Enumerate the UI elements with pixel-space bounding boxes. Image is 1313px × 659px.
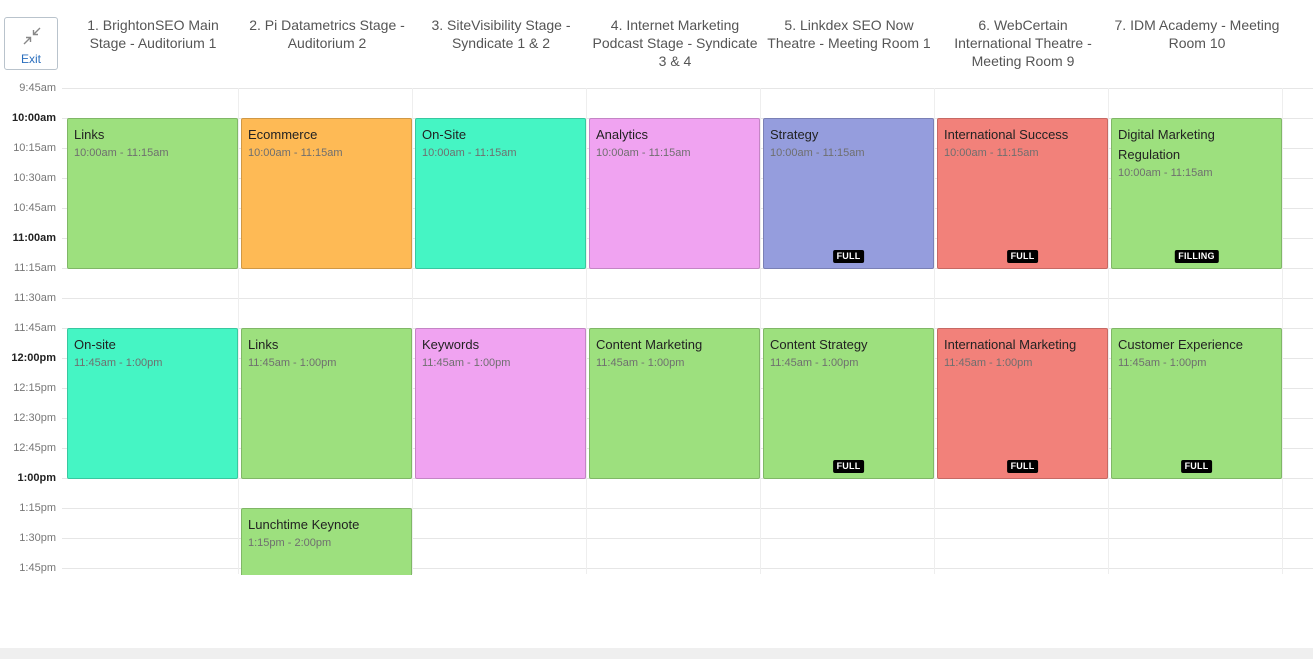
column-header: 2. Pi Datametrics Stage - Auditorium 2 — [249, 17, 405, 51]
column-header: 4. Internet Marketing Podcast Stage - Sy… — [592, 17, 758, 69]
session-card[interactable]: Customer Experience 11:45am - 1:00pm FULL — [1111, 328, 1282, 479]
session-title: Links — [248, 337, 279, 352]
session-title: On-site — [74, 337, 116, 352]
session-title: Content Strategy — [770, 337, 868, 352]
time-label: 1:45pm — [19, 562, 56, 574]
session-card[interactable]: International Marketing 11:45am - 1:00pm F… — [937, 328, 1108, 479]
session-card[interactable]: Content Strategy 11:45am - 1:00pm FULL — [763, 328, 934, 479]
status-badge: FULL — [1180, 460, 1213, 473]
time-label: 10:00am — [11, 112, 56, 124]
session-time: 1:15pm - 2:00pm — [248, 537, 332, 549]
status-badge: FULL — [832, 460, 865, 473]
session-card[interactable]: Content Marketing 11:45am - 1:00pm — [589, 328, 760, 479]
session-time: 11:45am - 1:00pm — [74, 357, 163, 369]
footer-bar — [0, 648, 1313, 659]
session-card[interactable]: Digital Marketing Regulation 10:00am - 11… — [1111, 118, 1282, 269]
column-divider — [412, 88, 413, 574]
session-time: 10:00am - 11:15am — [944, 147, 1039, 159]
session-time: 11:45am - 1:00pm — [596, 357, 685, 369]
time-gridline — [62, 298, 1313, 299]
column-divider — [1282, 88, 1283, 574]
session-time: 11:45am - 1:00pm — [248, 357, 337, 369]
time-label: 12:15pm — [13, 382, 56, 394]
exit-label: Exit — [20, 52, 41, 66]
session-time: 10:00am - 11:15am — [248, 147, 343, 159]
session-title: Lunchtime Keynote — [248, 517, 360, 532]
column-header: 7. IDM Academy - Meeting Room 10 — [1114, 17, 1280, 51]
column-divider — [586, 88, 587, 574]
column-divider — [238, 88, 239, 574]
session-time: 11:45am - 1:00pm — [1118, 357, 1207, 369]
time-gridline — [62, 88, 1313, 89]
time-label: 1:15pm — [19, 502, 56, 514]
session-time: 10:00am - 11:15am — [1118, 167, 1213, 179]
time-label: 10:30am — [13, 172, 56, 184]
session-title: International Marketing — [944, 337, 1077, 352]
session-time: 10:00am - 11:15am — [770, 147, 865, 159]
session-title: Digital Marketing Regulation — [1118, 127, 1215, 162]
session-card[interactable]: On-Site 10:00am - 11:15am — [415, 118, 586, 269]
time-label: 12:30pm — [13, 412, 56, 424]
collapse-icon — [23, 27, 41, 45]
session-card[interactable]: On-site 11:45am - 1:00pm — [67, 328, 238, 479]
column-header: 5. Linkdex SEO Now Theatre - Meeting Roo… — [767, 17, 931, 51]
column-divider — [760, 88, 761, 574]
time-label: 11:45am — [14, 322, 56, 334]
session-card[interactable]: Ecommerce 10:00am - 11:15am — [241, 118, 412, 269]
session-time: 10:00am - 11:15am — [74, 147, 169, 159]
time-label: 11:15am — [14, 262, 56, 274]
time-label: 10:45am — [13, 202, 56, 214]
time-label: 11:00am — [12, 232, 56, 244]
time-label: 12:00pm — [11, 352, 56, 364]
session-time: 11:45am - 1:00pm — [770, 357, 859, 369]
time-label: 1:00pm — [17, 472, 56, 484]
session-title: Keywords — [422, 337, 480, 352]
time-label: 11:30am — [14, 292, 56, 304]
session-title: Links — [74, 127, 105, 142]
column-divider — [934, 88, 935, 574]
session-card[interactable]: Strategy 10:00am - 11:15am FULL — [763, 118, 934, 269]
column-header: 6. WebCertain International Theatre - Me… — [954, 17, 1092, 69]
time-label: 9:45am — [19, 82, 56, 94]
status-badge: FULL — [1006, 460, 1039, 473]
session-card[interactable]: Links 10:00am - 11:15am — [67, 118, 238, 269]
session-card[interactable]: Links 11:45am - 1:00pm — [241, 328, 412, 479]
time-label: 10:15am — [13, 142, 56, 154]
session-time: 10:00am - 11:15am — [596, 147, 691, 159]
session-card[interactable]: International Success 10:00am - 11:15am FU… — [937, 118, 1108, 269]
session-time: 10:00am - 11:15am — [422, 147, 517, 159]
session-card[interactable]: Analytics 10:00am - 11:15am — [589, 118, 760, 269]
time-label: 12:45pm — [13, 442, 56, 454]
status-badge: FULL — [1006, 250, 1039, 263]
session-title: Content Marketing — [596, 337, 703, 352]
column-header: 1. BrightonSEO Main Stage - Auditorium 1 — [87, 17, 219, 51]
column-divider — [1108, 88, 1109, 574]
session-time: 11:45am - 1:00pm — [422, 357, 511, 369]
session-title: International Success — [944, 127, 1069, 142]
exit-button[interactable]: Exit — [4, 17, 58, 70]
time-label: 1:30pm — [19, 532, 56, 544]
session-card[interactable]: Lunchtime Keynote 1:15pm - 2:00pm — [241, 508, 412, 575]
session-card[interactable]: Keywords 11:45am - 1:00pm — [415, 328, 586, 479]
session-title: Ecommerce — [248, 127, 318, 142]
status-badge: FULL — [832, 250, 865, 263]
session-title: Analytics — [596, 127, 649, 142]
session-title: On-Site — [422, 127, 467, 142]
session-time: 11:45am - 1:00pm — [944, 357, 1033, 369]
status-badge: FILLING — [1174, 250, 1219, 263]
session-title: Customer Experience — [1118, 337, 1243, 352]
column-header: 3. SiteVisibility Stage - Syndicate 1 & … — [431, 17, 571, 51]
session-title: Strategy — [770, 127, 819, 142]
